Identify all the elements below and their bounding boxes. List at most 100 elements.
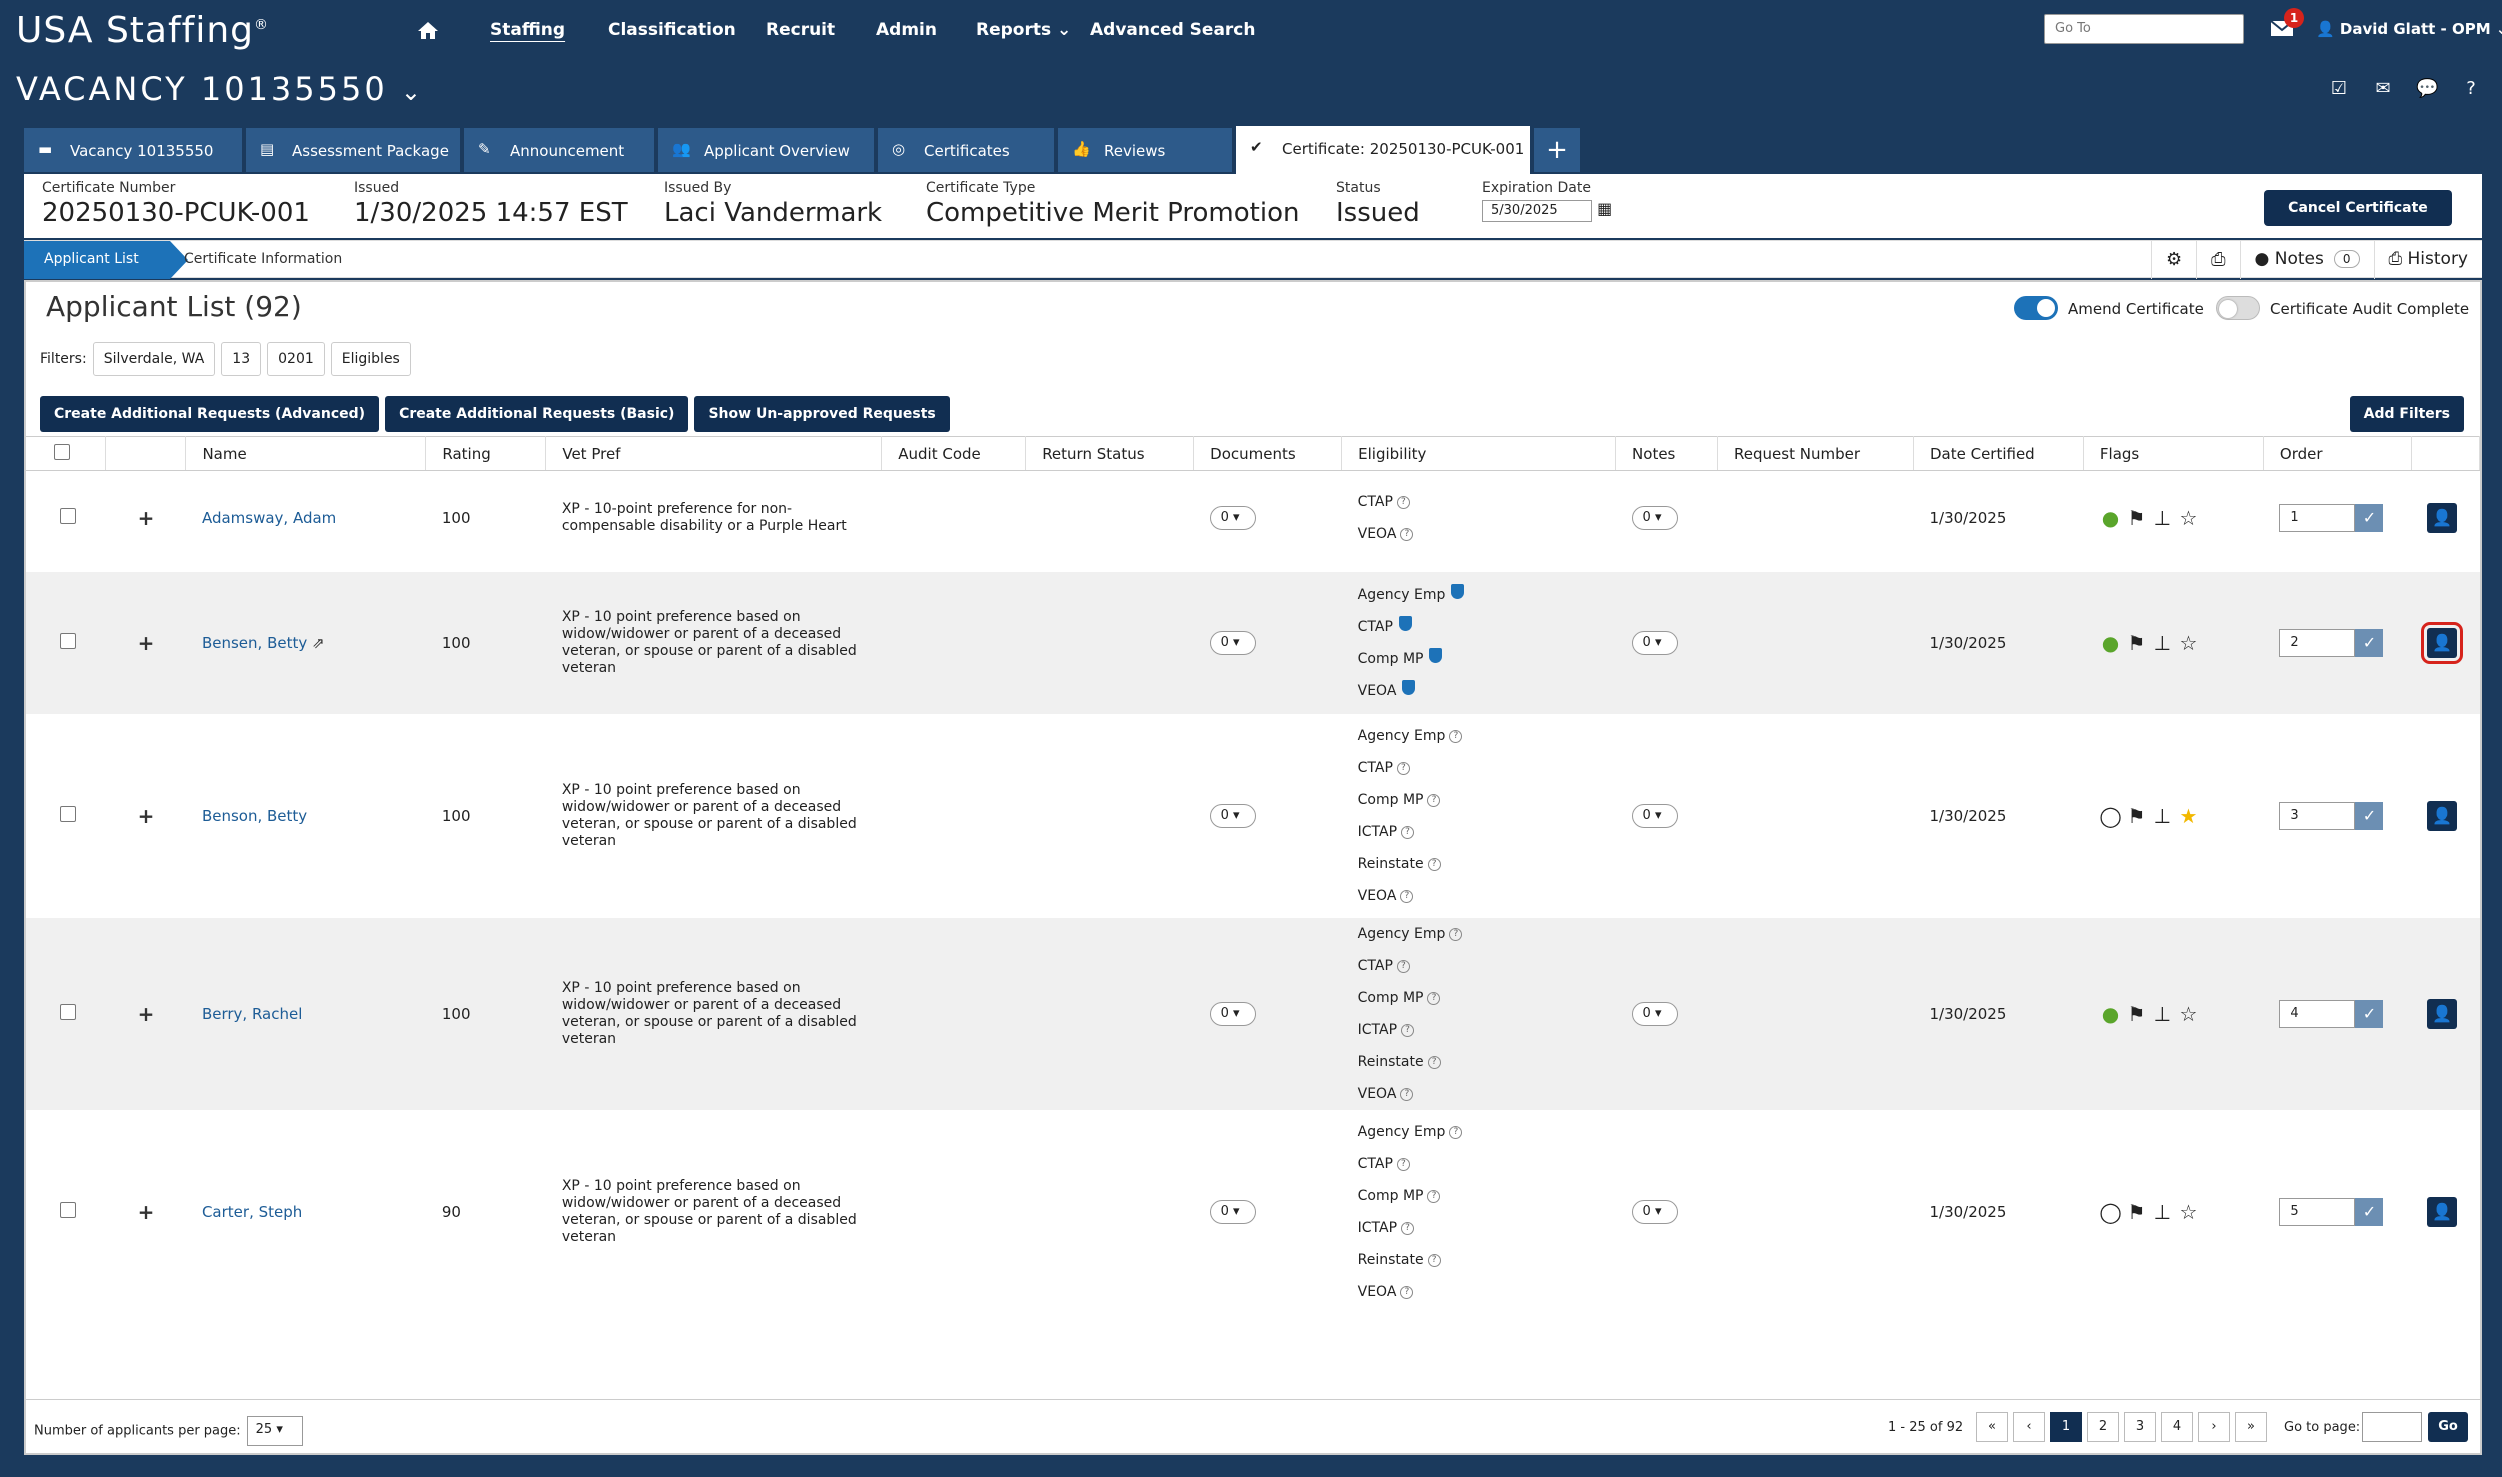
user-action-button[interactable]: 👤 xyxy=(2427,998,2458,1029)
page-button[interactable]: ‹ xyxy=(2013,1412,2045,1442)
question-icon[interactable]: ? xyxy=(1427,1189,1441,1203)
col-documents[interactable]: Documents xyxy=(1193,436,1343,471)
gear-icon[interactable]: ⚙ xyxy=(2150,241,2196,279)
tab-applicant-overview[interactable]: 👥 Applicant Overview xyxy=(658,128,874,172)
question-icon[interactable]: ? xyxy=(1396,761,1410,775)
col-name[interactable]: Name xyxy=(185,436,427,471)
check-circle-icon[interactable]: ● xyxy=(2099,506,2121,530)
star-icon[interactable]: ☆ xyxy=(2177,631,2199,655)
tab-assessment-package[interactable]: ▤ Assessment Package xyxy=(246,128,460,172)
user-action-button[interactable]: 👤 xyxy=(2427,503,2458,534)
star-icon[interactable]: ☆ xyxy=(2177,1200,2199,1224)
nav-reports[interactable]: Reports ⌄ xyxy=(976,20,1071,40)
col-date-certified[interactable]: Date Certified xyxy=(1913,436,2084,471)
notes-dropdown[interactable]: 0 ▾ xyxy=(1631,803,1678,828)
cancel-certificate-button[interactable]: Cancel Certificate xyxy=(2264,190,2452,226)
pin-icon[interactable]: ⊥ xyxy=(2151,506,2173,530)
col-audit-code[interactable]: Audit Code xyxy=(881,436,1027,471)
documents-dropdown[interactable]: 0 ▾ xyxy=(1209,803,1256,828)
tab-certificate-active[interactable]: ✔ Certificate: 20250130-PCUK-001 xyxy=(1236,126,1530,174)
nav-admin[interactable]: Admin xyxy=(876,20,937,40)
nav-advanced-search[interactable]: Advanced Search xyxy=(1090,20,1255,40)
applicant-name-link[interactable]: Carter, Steph xyxy=(202,1203,302,1221)
question-icon[interactable]: ? xyxy=(1401,1221,1415,1235)
question-icon[interactable]: ? xyxy=(1400,528,1414,542)
question-icon[interactable]: ? xyxy=(1400,1285,1414,1299)
order-confirm-button[interactable]: ✓ xyxy=(2355,1197,2384,1226)
filter-chip[interactable]: 0201 xyxy=(267,342,325,376)
add-tab-button[interactable]: + xyxy=(1534,128,1580,172)
expand-row-icon[interactable]: + xyxy=(138,506,155,530)
question-icon[interactable]: ? xyxy=(1427,1253,1441,1267)
verified-shield-icon[interactable] xyxy=(1429,647,1443,663)
add-filters-button[interactable]: Add Filters xyxy=(2349,396,2464,432)
documents-dropdown[interactable]: 0 ▾ xyxy=(1209,506,1256,531)
tab-reviews[interactable]: 👍 Reviews xyxy=(1058,128,1232,172)
user-menu[interactable]: 👤 David Glatt - OPM ⌄ xyxy=(2316,20,2502,38)
row-checkbox[interactable] xyxy=(60,508,76,525)
col-order[interactable]: Order xyxy=(2263,436,2412,471)
order-confirm-button[interactable]: ✓ xyxy=(2355,999,2384,1028)
row-checkbox[interactable] xyxy=(60,632,76,649)
row-checkbox[interactable] xyxy=(60,1003,76,1020)
expand-row-icon[interactable]: + xyxy=(138,804,155,828)
question-icon[interactable]: ? xyxy=(1400,1087,1414,1101)
vacancy-title[interactable]: VACANCY 10135550 ⌄ xyxy=(16,70,424,108)
nav-staffing[interactable]: Staffing xyxy=(490,20,565,40)
external-link-icon[interactable]: ⇗ xyxy=(312,634,325,652)
question-icon[interactable]: ? xyxy=(1401,825,1415,839)
pin-icon[interactable]: ⊥ xyxy=(2151,804,2173,828)
order-input[interactable]: 5 xyxy=(2279,1197,2356,1226)
documents-dropdown[interactable]: 0 ▾ xyxy=(1209,1001,1256,1026)
verified-shield-icon[interactable] xyxy=(1402,679,1416,695)
expand-row-icon[interactable]: + xyxy=(138,631,155,655)
page-button[interactable]: 4 xyxy=(2161,1412,2193,1442)
check-circle-icon[interactable]: ◯ xyxy=(2099,804,2121,828)
question-icon[interactable]: ? xyxy=(1449,1125,1463,1139)
applicant-name-link[interactable]: Benson, Betty xyxy=(202,807,307,825)
flag-icon[interactable]: ⚑ xyxy=(2125,804,2147,828)
pin-icon[interactable]: ⊥ xyxy=(2151,631,2173,655)
question-icon[interactable]: ? xyxy=(1449,927,1463,941)
notes-dropdown[interactable]: 0 ▾ xyxy=(1631,1001,1678,1026)
inbox-icon[interactable]: ✉ xyxy=(2372,78,2394,100)
order-input[interactable]: 4 xyxy=(2279,999,2356,1028)
question-icon[interactable]: ? xyxy=(1396,959,1410,973)
history-button[interactable]: ⎙ History xyxy=(2373,241,2483,279)
order-confirm-button[interactable]: ✓ xyxy=(2355,801,2384,830)
documents-dropdown[interactable]: 0 ▾ xyxy=(1209,630,1256,655)
verified-shield-icon[interactable] xyxy=(1398,615,1412,631)
pin-icon[interactable]: ⊥ xyxy=(2151,1002,2173,1026)
crumb-certificate-information[interactable]: Certificate Information xyxy=(184,251,342,267)
home-icon[interactable] xyxy=(416,20,440,40)
flag-icon[interactable]: ⚑ xyxy=(2125,631,2147,655)
comment-icon[interactable]: 💬 xyxy=(2416,78,2438,100)
question-icon[interactable]: ? xyxy=(1427,1055,1441,1069)
filter-chip[interactable]: Eligibles xyxy=(330,342,411,376)
col-return-status[interactable]: Return Status xyxy=(1025,436,1195,471)
flag-icon[interactable]: ⚑ xyxy=(2125,506,2147,530)
question-icon[interactable]: ? xyxy=(1449,729,1463,743)
order-confirm-button[interactable]: ✓ xyxy=(2355,504,2384,533)
usa-staffing-logo[interactable]: USA Staffing® xyxy=(16,10,269,51)
question-icon[interactable]: ? xyxy=(1427,991,1441,1005)
order-input[interactable]: 1 xyxy=(2279,504,2356,533)
user-action-button[interactable]: 👤 xyxy=(2421,621,2464,664)
col-request-number[interactable]: Request Number xyxy=(1717,436,1914,471)
nav-recruit[interactable]: Recruit xyxy=(766,20,835,40)
amend-certificate-toggle[interactable] xyxy=(2014,296,2058,320)
verified-shield-icon[interactable] xyxy=(1451,583,1465,599)
goto-search-input[interactable]: Go To xyxy=(2044,14,2244,44)
order-input[interactable]: 3 xyxy=(2279,801,2356,830)
star-icon[interactable]: ☆ xyxy=(2177,506,2199,530)
filter-chip[interactable]: 13 xyxy=(221,342,262,376)
check-circle-icon[interactable]: ● xyxy=(2099,1002,2121,1026)
calendar-icon[interactable]: ▦ xyxy=(1597,199,1612,218)
go-button[interactable]: Go xyxy=(2428,1412,2468,1442)
applicant-name-link[interactable]: Bensen, Betty xyxy=(202,634,307,652)
page-button[interactable]: « xyxy=(1976,1412,2008,1442)
crumb-applicant-list[interactable]: Applicant List xyxy=(24,241,188,279)
show-unapproved-button[interactable]: Show Un-approved Requests xyxy=(694,396,950,432)
expand-row-icon[interactable]: + xyxy=(138,1002,155,1026)
select-all-checkbox[interactable] xyxy=(54,443,70,460)
